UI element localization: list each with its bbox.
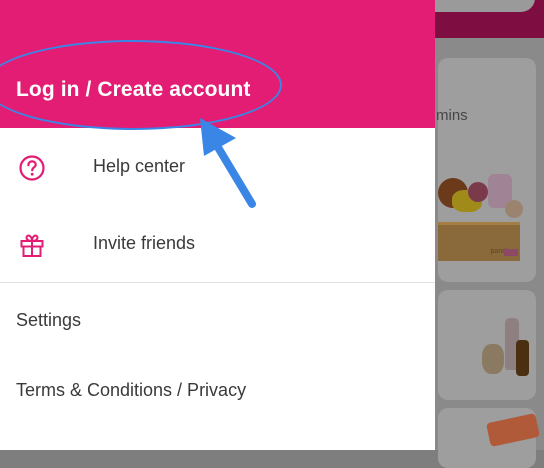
- menu-item-help-center[interactable]: Help center: [0, 138, 435, 198]
- grocery-crate-image: panda: [438, 222, 520, 261]
- divider: [0, 282, 435, 283]
- navigation-drawer: Log in / Create account Help center Invi…: [0, 0, 435, 450]
- gift-icon: [18, 231, 46, 259]
- menu-item-terms-privacy[interactable]: Terms & Conditions / Privacy: [0, 370, 435, 414]
- product-image: [482, 344, 504, 374]
- crate-tag: [504, 249, 518, 256]
- grocery-image: [505, 200, 523, 218]
- product-image: [516, 340, 529, 376]
- question-circle-icon: [18, 154, 46, 182]
- menu-item-settings[interactable]: Settings: [0, 300, 435, 344]
- menu-item-label: Terms & Conditions / Privacy: [16, 380, 247, 400]
- menu-item-label: Settings: [16, 310, 82, 330]
- menu-item-label: Help center: [93, 156, 186, 176]
- background-eta-text: mins: [436, 107, 468, 124]
- grocery-image: [468, 182, 488, 202]
- background-header: [435, 0, 544, 38]
- login-create-account-link[interactable]: Log in / Create account: [16, 78, 251, 102]
- drawer-header: Log in / Create account: [0, 0, 435, 128]
- menu-item-label: Invite friends: [93, 233, 196, 253]
- background-search-bar: [435, 0, 535, 12]
- menu-item-invite-friends[interactable]: Invite friends: [0, 215, 435, 275]
